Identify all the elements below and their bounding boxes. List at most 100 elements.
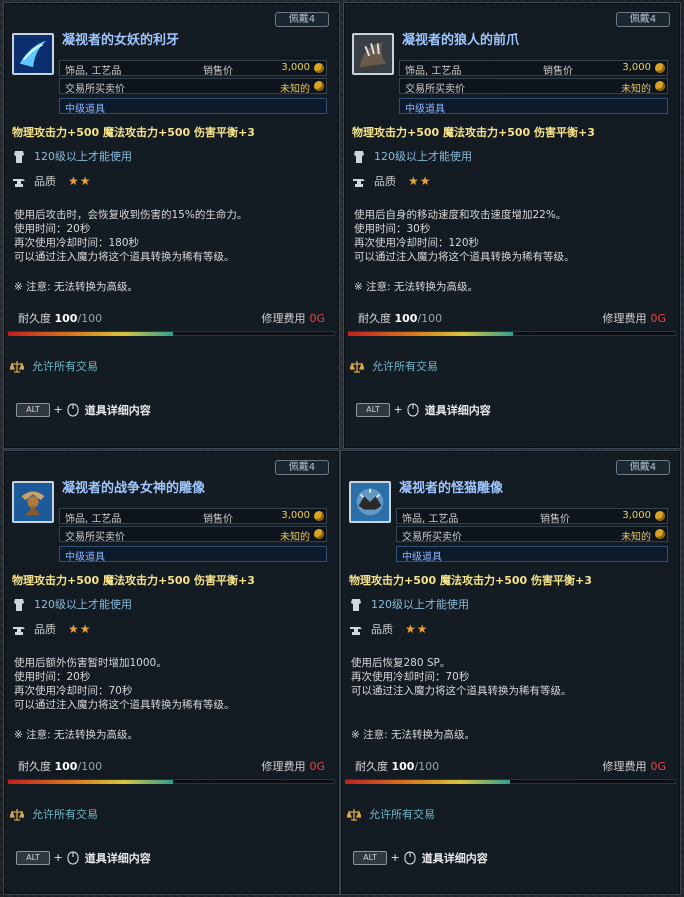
exchange-price-label: 交易所买卖价 — [402, 532, 462, 543]
alt-detail-label: 道具详细内容 — [84, 852, 151, 865]
item-type-row: 饰品, 工艺品 销售价 3,000 — [59, 60, 327, 77]
alt-detail-hint: ALT + 道具详细内容 — [16, 402, 151, 418]
durability: 耐久度 100/100 — [18, 310, 102, 326]
item-note: ※ 注意: 无法转换为高级。 — [351, 729, 476, 741]
alt-detail-label: 道具详细内容 — [424, 404, 491, 417]
level-requirement: 120级以上才能使用 — [12, 148, 132, 164]
item-name: 凝视者的女妖的利牙 — [62, 33, 180, 48]
collection-badge[interactable]: 佩戴4 — [616, 12, 670, 27]
mouse-icon — [404, 851, 416, 865]
trade-permission: 允许所有交易 — [10, 806, 98, 822]
trade-permission: 允许所有交易 — [10, 358, 98, 374]
exchange-price: 未知的 — [621, 84, 651, 95]
durability: 耐久度 100/100 — [18, 758, 102, 774]
alt-key: ALT — [16, 403, 50, 417]
exchange-price-label: 交易所买卖价 — [65, 84, 125, 95]
item-name: 凝视者的战争女神的雕像 — [62, 481, 206, 496]
collection-badge[interactable]: 佩戴4 — [616, 460, 670, 475]
item-type: 饰品, 工艺品 — [405, 66, 462, 77]
durability-bar — [345, 779, 510, 784]
sell-price-label: 销售价 — [203, 66, 233, 77]
collection-badge[interactable]: 佩戴4 — [275, 460, 329, 475]
scale-icon — [347, 809, 361, 821]
durability-current: 100 — [54, 312, 78, 325]
gold-coin-icon — [314, 529, 324, 539]
item-stats: 物理攻击力+500 魔法攻击力+500 伤害平衡+3 — [12, 574, 255, 587]
item-type: 饰品, 工艺品 — [65, 66, 122, 77]
item-grade-row: 中级道具 — [399, 98, 668, 115]
item-tooltip-card: 佩戴4 凝视者的狼人的前爪 饰品, 工艺品 销售价 3,000 交易所买卖价 未… — [343, 2, 681, 449]
alt-detail-label: 道具详细内容 — [421, 852, 488, 865]
collection-badge[interactable]: 佩戴4 — [275, 12, 329, 27]
item-description: 使用后额外伤害暂时增加1000。 使用时间：20秒 再次使用冷却时间：70秒 可… — [14, 657, 235, 711]
mouse-icon — [67, 403, 79, 417]
item-tooltip-card: 佩戴4 凝视者的女妖的利牙 饰品, 工艺品 销售价 3,000 交易所买卖价 未… — [3, 2, 340, 449]
quality-stars: ★★ — [68, 174, 92, 188]
repair-cost-value: 0G — [309, 312, 325, 325]
item-note: ※ 注意: 无法转换为高级。 — [354, 281, 479, 293]
quality-stars: ★★ — [408, 174, 432, 188]
repair-label: 修理费用 — [261, 760, 306, 773]
sell-price: 3,000 — [622, 62, 651, 73]
alt-key: ALT — [356, 403, 390, 417]
item-type: 饰品, 工艺品 — [402, 514, 459, 525]
alt-detail-hint: ALT + 道具详细内容 — [16, 850, 151, 866]
alt-key: ALT — [353, 851, 387, 865]
item-description: 使用后恢复280 SP。 再次使用冷却时间：70秒 可以通过注入魔力将这个道具转… — [351, 657, 572, 697]
sell-price: 3,000 — [622, 510, 651, 521]
sell-price: 3,000 — [281, 62, 310, 73]
trade-permission: 允许所有交易 — [350, 358, 438, 374]
item-name: 凝视者的怪猫雕像 — [399, 481, 504, 496]
gold-coin-icon — [314, 511, 324, 521]
requirement-text: 120级以上才能使用 — [371, 598, 469, 611]
durability: 耐久度 100/100 — [358, 310, 442, 326]
fang-icon — [12, 33, 54, 75]
plus-sign: + — [53, 851, 63, 864]
armor-icon — [14, 599, 24, 611]
exchange-price-row: 交易所买卖价 未知的 — [59, 78, 327, 95]
durability-label: 耐久度 — [18, 312, 51, 325]
trade-text: 允许所有交易 — [369, 808, 435, 821]
durability-max: /100 — [417, 312, 443, 325]
item-type-row: 饰品, 工艺品 销售价 3,000 — [59, 508, 327, 525]
repair-cost-value: 0G — [309, 760, 325, 773]
quality-row: 品质 ★★ — [12, 173, 92, 189]
requirement-text: 120级以上才能使用 — [34, 598, 132, 611]
level-requirement: 120级以上才能使用 — [349, 596, 469, 612]
repair-label: 修理费用 — [602, 312, 647, 325]
item-type: 饰品, 工艺品 — [65, 514, 122, 525]
repair-label: 修理费用 — [602, 760, 647, 773]
trade-text: 允许所有交易 — [32, 808, 98, 821]
quality-stars: ★★ — [68, 622, 92, 636]
repair-cost: 修理费用 0G — [261, 758, 325, 774]
anvil-icon — [13, 179, 25, 187]
exchange-price-label: 交易所买卖价 — [65, 532, 125, 543]
item-grade-row: 中级道具 — [59, 546, 327, 563]
sell-price-label: 销售价 — [543, 66, 573, 77]
quality-label: 品质 — [371, 623, 393, 636]
repair-cost: 修理费用 0G — [602, 310, 666, 326]
item-grade: 中级道具 — [65, 552, 105, 563]
gold-coin-icon — [655, 81, 665, 91]
item-grade: 中级道具 — [405, 104, 445, 115]
item-tooltip-card: 佩戴4 凝视者的怪猫雕像 饰品, 工艺品 销售价 3,000 交易所买卖价 未知… — [340, 450, 681, 895]
scale-icon — [10, 361, 24, 373]
gold-coin-icon — [655, 529, 665, 539]
durability-label: 耐久度 — [18, 760, 51, 773]
exchange-price-row: 交易所买卖价 未知的 — [399, 78, 668, 95]
plus-sign: + — [393, 403, 403, 416]
sell-price-label: 销售价 — [540, 514, 570, 525]
anvil-icon — [350, 627, 362, 635]
item-description: 使用后自身的移动速度和攻击速度增加22%。 使用时间：30秒 再次使用冷却时间：… — [354, 209, 575, 263]
item-grade: 中级道具 — [402, 552, 442, 563]
durability: 耐久度 100/100 — [355, 758, 439, 774]
durability-current: 100 — [391, 760, 415, 773]
durability-current: 100 — [394, 312, 418, 325]
trade-permission: 允许所有交易 — [347, 806, 435, 822]
repair-cost: 修理费用 0G — [602, 758, 666, 774]
item-tooltip-card: 佩戴4 凝视者的战争女神的雕像 饰品, 工艺品 销售价 3,000 交易所买卖价… — [3, 450, 340, 895]
alt-detail-label: 道具详细内容 — [84, 404, 151, 417]
item-note: ※ 注意: 无法转换为高级。 — [14, 729, 139, 741]
exchange-price: 未知的 — [621, 532, 651, 543]
quality-row: 品质 ★★ — [349, 621, 429, 637]
